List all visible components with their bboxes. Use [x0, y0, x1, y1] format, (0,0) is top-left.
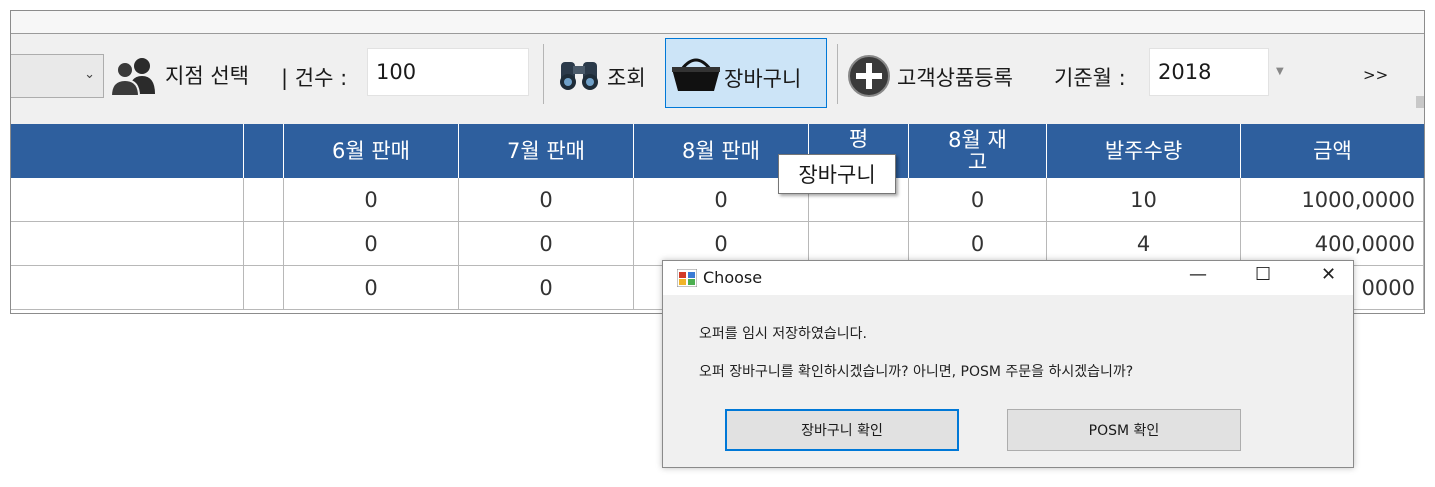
toolbar-separator: [837, 44, 838, 104]
confirm-posm-button[interactable]: POSM 확인: [1007, 409, 1241, 451]
dropdown-arrow-icon[interactable]: ▼: [1276, 66, 1284, 77]
basket-label: 장바구니: [724, 67, 802, 91]
count-input[interactable]: 100: [367, 48, 529, 96]
column-header-blank: [11, 124, 244, 178]
table-cell[interactable]: 0: [284, 266, 459, 310]
table-cell[interactable]: 1000,0000: [1241, 178, 1424, 222]
table-cell[interactable]: [11, 266, 244, 310]
toolbar-separator: [543, 44, 544, 104]
table-cell[interactable]: 0: [284, 222, 459, 266]
scroll-grip[interactable]: [1416, 96, 1424, 108]
dialog-message-1: 오퍼를 임시 저장하였습니다.: [699, 326, 867, 342]
base-month-input[interactable]: 2018: [1149, 48, 1269, 96]
table-cell[interactable]: [244, 266, 284, 310]
close-button[interactable]: ✕: [1321, 264, 1336, 285]
table-cell[interactable]: [11, 222, 244, 266]
column-header[interactable]: 8월 재 고: [909, 124, 1047, 178]
branch-combo[interactable]: ⌄: [11, 54, 104, 98]
search-label[interactable]: 조회: [607, 62, 646, 92]
column-header[interactable]: 금액: [1241, 124, 1424, 178]
table-cell[interactable]: 0: [909, 178, 1047, 222]
more-button[interactable]: >>: [1363, 66, 1388, 84]
users-icon[interactable]: [109, 56, 159, 96]
table-cell[interactable]: [244, 222, 284, 266]
table-cell[interactable]: 0: [284, 178, 459, 222]
dialog-titlebar[interactable]: Choose — ☐ ✕: [663, 261, 1353, 295]
binoculars-icon[interactable]: [557, 56, 605, 92]
chevron-down-icon[interactable]: ⌄: [84, 67, 95, 82]
table-cell[interactable]: [244, 178, 284, 222]
count-label: | 건수 :: [281, 66, 348, 90]
confirm-basket-button[interactable]: 장바구니 확인: [725, 409, 959, 451]
register-customer-product-label[interactable]: 고객상품등록: [897, 62, 1013, 92]
column-header[interactable]: 6월 판매: [284, 124, 459, 178]
title-strip: [11, 11, 1424, 34]
dialog-message-2: 오퍼 장바구니를 확인하시겠습니까? 아니면, POSM 주문을 하시겠습니까?: [699, 364, 1134, 380]
choose-dialog: Choose — ☐ ✕ 오퍼를 임시 저장하였습니다. 오퍼 장바구니를 확인…: [662, 260, 1354, 468]
maximize-button[interactable]: ☐: [1255, 264, 1271, 285]
column-header[interactable]: 발주수량: [1047, 124, 1241, 178]
column-header-blank: [244, 124, 284, 178]
table-cell[interactable]: 0: [459, 178, 634, 222]
minimize-button[interactable]: —: [1189, 264, 1207, 285]
table-cell[interactable]: [11, 178, 244, 222]
basket-button[interactable]: 장바구니: [665, 38, 827, 108]
basket-tooltip: 장바구니: [778, 154, 896, 194]
base-month-label: 기준월 :: [1054, 66, 1126, 90]
dialog-title: Choose: [703, 268, 763, 287]
app-icon: [677, 269, 697, 287]
column-header[interactable]: 7월 판매: [459, 124, 634, 178]
table-cell[interactable]: 0: [459, 266, 634, 310]
branch-select-label[interactable]: 지점 선택: [165, 60, 249, 90]
add-circle-icon[interactable]: [847, 54, 891, 98]
basket-icon: [672, 58, 720, 91]
table-cell[interactable]: 10: [1047, 178, 1241, 222]
toolbar: ⌄ 지점 선택 | 건수 : 100 조회 장바구니 고객상품등록 기준월: …: [11, 34, 1424, 124]
table-cell[interactable]: 0: [459, 222, 634, 266]
